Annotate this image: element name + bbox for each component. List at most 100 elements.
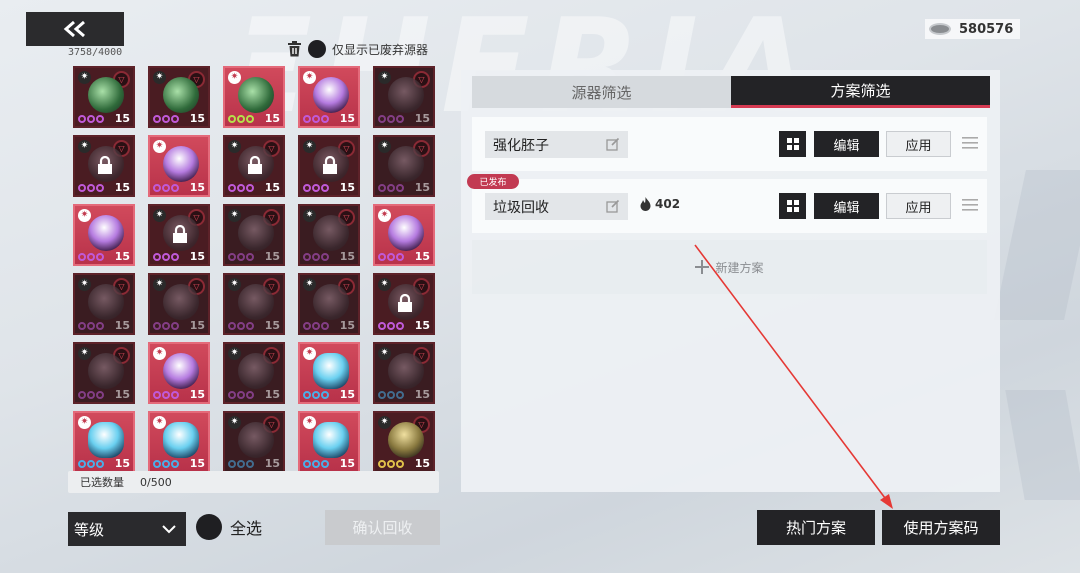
item-cell[interactable]: ✷ ▽ 15 <box>73 135 135 197</box>
capacity-counter: 3758/4000 <box>68 47 123 58</box>
sort-select-value: 等级 <box>74 520 105 539</box>
item-cell[interactable]: ✷ 15 <box>298 342 360 404</box>
rarity-star-icon: ✷ <box>78 209 91 222</box>
item-cell[interactable]: ✷ ▽ 15 <box>373 411 435 473</box>
edit-button[interactable]: 编辑 <box>814 193 879 219</box>
edit-button[interactable]: 编辑 <box>814 131 879 157</box>
scheme-name-field[interactable]: 强化胚子 <box>485 131 628 158</box>
item-level: 15 <box>339 112 355 125</box>
item-cell[interactable]: ✷ 15 <box>298 66 360 128</box>
use-scheme-code-button[interactable]: 使用方案码 <box>882 510 1000 545</box>
item-cell[interactable]: ✷ ▽ 15 <box>223 204 285 266</box>
discard-filter-toggle[interactable]: 仅显示已废弃源器 <box>287 40 428 58</box>
item-cell[interactable]: ✷ ▽ 15 <box>148 66 210 128</box>
apply-button[interactable]: 应用 <box>886 193 951 219</box>
drag-handle-icon[interactable] <box>962 136 978 150</box>
slot-ring-icon <box>228 322 236 330</box>
scheme-detail-button[interactable] <box>779 131 806 157</box>
scheme-detail-button[interactable] <box>779 193 806 219</box>
select-all-switch[interactable] <box>196 514 222 540</box>
slot-ring-icon <box>171 322 179 330</box>
slot-ring-icon <box>87 115 95 123</box>
edit-icon[interactable] <box>606 137 620 151</box>
item-artwork <box>388 422 424 458</box>
confirm-recycle-button[interactable]: 确认回收 <box>325 510 440 545</box>
slot-ring-icon <box>87 322 95 330</box>
slot-ring-icon <box>387 115 395 123</box>
item-cell[interactable]: ✷ ▽ 15 <box>223 342 285 404</box>
rarity-star-icon: ✷ <box>228 209 241 222</box>
currency-display: 580576 <box>925 19 1020 39</box>
item-cell[interactable]: ✷ ▽ 15 <box>373 273 435 335</box>
scheme-row: 垃圾回收 402 编辑 应用 <box>472 179 987 233</box>
lock-icon <box>398 294 412 312</box>
item-level: 15 <box>114 319 130 332</box>
rarity-star-icon: ✷ <box>378 278 391 291</box>
item-cell[interactable]: ✷ ▽ 15 <box>73 342 135 404</box>
item-cell[interactable]: ✷ ▽ 15 <box>373 135 435 197</box>
slot-ring-icon <box>378 322 386 330</box>
edit-icon[interactable] <box>606 199 620 213</box>
item-cell[interactable]: ✷ ▽ 15 <box>223 411 285 473</box>
enhance-slots <box>78 115 104 123</box>
discard-toggle-switch[interactable] <box>308 40 326 58</box>
item-cell[interactable]: ✷ 15 <box>148 411 210 473</box>
tab-item-filter[interactable]: 源器筛选 <box>472 76 731 108</box>
hot-schemes-button[interactable]: 热门方案 <box>757 510 875 545</box>
slot-ring-icon <box>78 391 86 399</box>
tab-scheme-filter[interactable]: 方案筛选 <box>731 76 990 108</box>
slot-ring-icon <box>237 253 245 261</box>
item-artwork <box>238 215 274 251</box>
item-cell[interactable]: ✷ 15 <box>73 411 135 473</box>
rarity-star-icon: ✷ <box>153 278 166 291</box>
slot-ring-icon <box>321 115 329 123</box>
grid-icon <box>786 200 799 212</box>
item-artwork <box>238 353 274 389</box>
back-button[interactable] <box>26 12 124 46</box>
rarity-star-icon: ✷ <box>378 209 391 222</box>
rarity-star-icon: ✷ <box>228 71 241 84</box>
slot-ring-icon <box>153 253 161 261</box>
item-cell[interactable]: ✷ 15 <box>298 411 360 473</box>
enhance-slots <box>303 460 329 468</box>
slot-ring-icon <box>87 253 95 261</box>
item-artwork <box>238 284 274 320</box>
item-cell[interactable]: ✷ ▽ 15 <box>373 66 435 128</box>
rarity-star-icon: ✷ <box>303 209 316 222</box>
slot-ring-icon <box>246 322 254 330</box>
item-level: 15 <box>264 388 280 401</box>
item-cell[interactable]: ✷ ▽ 15 <box>148 273 210 335</box>
item-cell[interactable]: ✷ ▽ 15 <box>73 66 135 128</box>
item-cell[interactable]: ✷ ▽ 15 <box>223 135 285 197</box>
enhance-slots <box>378 253 404 261</box>
item-cell[interactable]: ✷ 15 <box>148 342 210 404</box>
item-level: 15 <box>114 388 130 401</box>
apply-button[interactable]: 应用 <box>886 131 951 157</box>
item-artwork <box>88 422 124 458</box>
fire-icon <box>640 197 651 211</box>
enhance-slots <box>228 460 254 468</box>
scheme-heat-value: 402 <box>655 197 681 211</box>
new-scheme-button[interactable]: 新建方案 <box>472 240 987 294</box>
select-all-toggle[interactable]: 全选 <box>196 514 262 540</box>
slot-ring-icon <box>378 184 386 192</box>
item-cell[interactable]: ✷ 15 <box>373 204 435 266</box>
item-cell[interactable]: ✷ ▽ 15 <box>373 342 435 404</box>
item-cell[interactable]: ✷ ▽ 15 <box>73 273 135 335</box>
item-level: 15 <box>339 457 355 470</box>
scheme-name-field[interactable]: 垃圾回收 <box>485 193 628 220</box>
published-badge: 已发布 <box>467 174 519 189</box>
item-cell[interactable]: ✷ 15 <box>73 204 135 266</box>
drag-handle-icon[interactable] <box>962 198 978 212</box>
item-cell[interactable]: ✷ ▽ 15 <box>298 273 360 335</box>
item-cell[interactable]: ✷ ▽ 15 <box>298 135 360 197</box>
item-cell[interactable]: ✷ ▽ 15 <box>148 204 210 266</box>
item-artwork <box>313 215 349 251</box>
item-cell[interactable]: ✷ 15 <box>148 135 210 197</box>
sort-select[interactable]: 等级 <box>68 512 186 546</box>
item-cell[interactable]: ✷ ▽ 15 <box>298 204 360 266</box>
item-cell[interactable]: ✷ ▽ 15 <box>223 273 285 335</box>
selected-count-bar: 已选数量 0/500 <box>68 471 439 493</box>
enhance-slots <box>228 322 254 330</box>
item-cell[interactable]: ✷ 15 <box>223 66 285 128</box>
